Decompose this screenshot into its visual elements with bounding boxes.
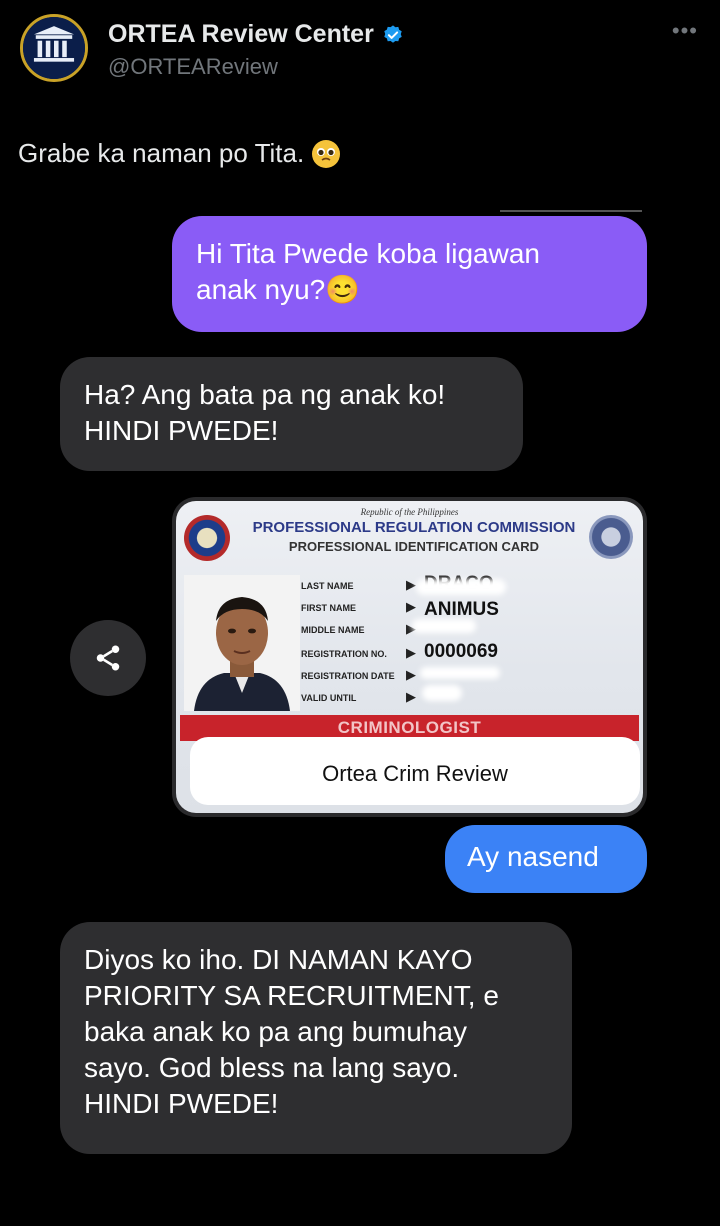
prc-seal-icon (589, 515, 633, 559)
label-last-name: LAST NAME (301, 581, 354, 591)
label-first-name: FIRST NAME (301, 603, 356, 613)
attached-image[interactable]: Hi Tita Pwede koba ligawan anak nyu?😊 Ha… (0, 200, 720, 1226)
verified-badge-icon (384, 24, 402, 43)
label-registration-no: REGISTRATION NO. (301, 649, 387, 659)
chat-bubble-received: Ha? Ang bata pa ng anak ko! HINDI PWEDE! (60, 357, 523, 471)
chat-bubble-sent: Hi Tita Pwede koba ligawan anak nyu?😊 (172, 216, 647, 332)
more-options-icon[interactable]: ••• (672, 18, 698, 44)
message-line: PRIORITY SA RECRUITMENT, e (84, 980, 499, 1011)
share-icon (96, 645, 120, 671)
watermark-text: Ortea Crim Review (322, 761, 508, 786)
chat-bubble-received: Diyos ko iho. DI NAMAN KAYO PRIORITY SA … (60, 922, 572, 1154)
message-line: Ha? Ang bata pa ng anak ko! (84, 379, 446, 410)
arrow-icon: ▶ (406, 689, 416, 704)
label-middle-name: MIDDLE NAME (301, 625, 365, 635)
message-line: Hi Tita Pwede koba ligawan (196, 238, 540, 269)
prc-id-card: Republic of the Philippines PROFESSIONAL… (176, 501, 643, 813)
pleading-face-emoji (312, 139, 341, 168)
share-button[interactable] (70, 620, 146, 696)
arrow-icon: ▶ (406, 645, 416, 660)
message-line: baka anak ko pa ang bumuhay (84, 1016, 467, 1047)
redaction (420, 667, 500, 679)
message-text: Ay nasend (467, 841, 599, 872)
id-card-image[interactable]: Republic of the Philippines PROFESSIONAL… (172, 497, 647, 817)
arrow-icon: ▶ (406, 577, 416, 592)
label-valid-until: VALID UNTIL (301, 693, 357, 703)
arrow-icon: ▶ (406, 599, 416, 614)
profession-text: CRIMINOLOGIST (337, 718, 482, 737)
value-first-name: ANIMUS (424, 599, 499, 620)
redaction (422, 685, 462, 701)
card-republic-text: Republic of the Philippines (360, 507, 459, 517)
avatar[interactable] (20, 14, 88, 82)
id-photo (184, 575, 300, 711)
arrow-icon: ▶ (406, 667, 416, 682)
display-name[interactable]: ORTEA Review Center (108, 20, 374, 49)
message-line: anak nyu?😊 (196, 274, 361, 305)
message-line: HINDI PWEDE! (84, 415, 279, 446)
message-line: sayo. God bless na lang sayo. (84, 1052, 460, 1083)
divider (500, 210, 642, 212)
ortea-logo-icon (23, 17, 85, 79)
chat-bubble-sent: Ay nasend (445, 825, 647, 893)
redaction (412, 619, 476, 633)
tweet-text: Grabe ka naman po Tita. (18, 138, 305, 168)
tweet-body: Grabe ka naman po Tita. (18, 138, 341, 169)
tweet-header: ORTEA Review Center @ORTEAReview ••• (0, 0, 720, 110)
message-line: Diyos ko iho. DI NAMAN KAYO (84, 944, 473, 975)
card-title: PROFESSIONAL REGULATION COMMISSION (252, 519, 576, 536)
value-registration-no: 0000069 (424, 641, 498, 662)
card-subtitle: PROFESSIONAL IDENTIFICATION CARD (288, 539, 540, 554)
message-line: HINDI PWEDE! (84, 1088, 279, 1119)
redaction (416, 579, 506, 595)
philippine-seal-icon (184, 515, 230, 561)
watermark-box: Ortea Crim Review (190, 737, 640, 805)
label-registration-date: REGISTRATION DATE (301, 671, 395, 681)
account-handle[interactable]: @ORTEAReview (108, 54, 278, 80)
